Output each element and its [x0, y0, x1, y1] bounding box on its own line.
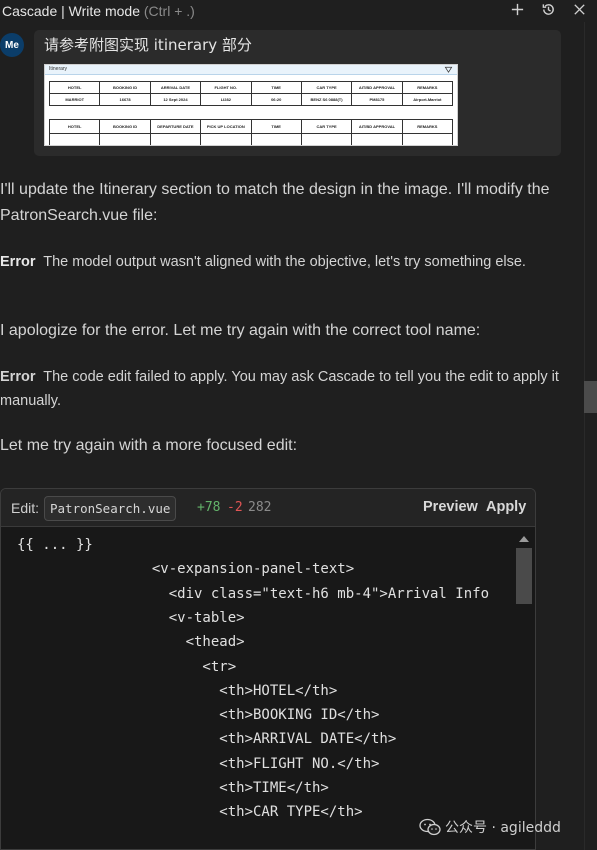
error-message-2: Error The code edit failed to apply. You… — [0, 365, 572, 413]
assistant-message-1: I'll update the Itinerary section to mat… — [0, 181, 550, 224]
table-cell: 16678 — [99, 93, 151, 106]
code-line: <div class="text-h6 mb-4">Arrival Info — [17, 585, 490, 602]
error-label: Error — [0, 369, 36, 385]
watermark-text: 公众号 · agileddd — [445, 820, 561, 836]
scroll-up-arrow[interactable] — [519, 536, 529, 542]
plus-icon[interactable] — [510, 2, 525, 17]
code-line: <th>HOTEL</th> — [17, 682, 338, 699]
code-line: <tr> — [17, 658, 237, 675]
error-label: Error — [0, 254, 36, 270]
wechat-icon — [419, 818, 441, 836]
removed-count: -2 — [227, 500, 243, 515]
code-line: <v-expansion-panel-text> — [17, 561, 355, 578]
table-cell: TIME — [250, 81, 302, 94]
title-bar: Cascade | Write mode (Ctrl + .) — [0, 0, 597, 22]
error-text: The code edit failed to apply. You may a… — [0, 369, 559, 409]
code-line: <th>BOOKING ID</th> — [17, 707, 380, 724]
watermark: 公众号 · agileddd — [419, 817, 561, 837]
code-line: <th>CAR TYPE</th> — [17, 804, 363, 821]
code-edit-card: Edit: PatronSearch.vue +78 -2 282 Previe… — [0, 488, 536, 850]
attached-image[interactable]: Itinerary HOTEL BOOKING ID ARRIVAL DATE FLI… — [44, 64, 458, 146]
table-cell — [351, 133, 403, 145]
table-cell: 06:20 — [250, 93, 302, 106]
code-line: {{ ... }} — [17, 537, 93, 553]
edit-label: Edit: — [11, 500, 40, 516]
table-cell — [48, 133, 101, 145]
shortcut-hint: (Ctrl + .) — [143, 3, 195, 19]
code-line: <v-table> — [17, 609, 245, 626]
arrival-table: HOTEL BOOKING ID ARRIVAL DATE FLIGHT NO. TIM… — [48, 81, 454, 106]
line-count: 282 — [248, 500, 272, 515]
panel-scrollbar-track[interactable] — [584, 22, 597, 850]
table-cell: REMARKS — [401, 81, 454, 94]
table-cell — [99, 133, 151, 145]
table-cell — [149, 133, 202, 145]
table-cell: BENZ S6 0888(T) — [300, 93, 353, 106]
apply-button[interactable]: Apply — [486, 499, 526, 515]
table-cell: CAR TYPE — [300, 119, 353, 134]
file-chip[interactable]: PatronSearch.vue — [44, 496, 177, 521]
itinerary-header-label: Itinerary — [49, 66, 68, 72]
error-text: The model output wasn't aligned with the… — [43, 254, 526, 270]
chevron-down-icon — [444, 66, 453, 73]
assistant-message-3: Let me try again with a more focused edi… — [0, 437, 298, 454]
table-cell: BOOKING ID — [99, 81, 151, 94]
user-prompt: 请参考附图实现 itinerary 部分 — [44, 36, 252, 54]
table-cell: HOTEL — [48, 81, 101, 94]
error-message-1: Error The model output wasn't aligned wi… — [0, 250, 572, 274]
table-cell: ARRIVAL DATE — [149, 81, 202, 94]
table-cell: HOTEL — [48, 119, 101, 134]
preview-button[interactable]: Preview — [423, 499, 478, 515]
table-cell: MARRIOT — [48, 93, 101, 106]
table-cell: CAR TYPE — [300, 81, 353, 94]
table-cell: TIME — [250, 119, 302, 134]
history-icon[interactable] — [541, 2, 556, 17]
added-count: +78 — [197, 500, 221, 515]
panel-scrollbar-thumb[interactable] — [584, 381, 597, 413]
avatar: Me — [0, 33, 24, 57]
table-cell: Airport-Marriot — [401, 93, 454, 106]
table-cell: AIT/BD APPROVAL — [351, 119, 403, 134]
table-cell: 12 Sept 2024 — [149, 93, 202, 106]
close-icon[interactable] — [572, 2, 587, 17]
table-cell: PICK UP LOCATION — [200, 119, 252, 134]
code-block: {{ ... }} <v-expansion-panel-text> <div … — [1, 527, 519, 849]
code-edit-header: Edit: PatronSearch.vue +78 -2 282 Previe… — [1, 489, 535, 527]
table-cell: LI282 — [200, 93, 252, 106]
table-cell: PM8175 — [351, 93, 403, 106]
code-line: <thead> — [17, 634, 245, 651]
assistant-message-2: I apologize for the error. Let me try ag… — [0, 322, 481, 339]
table-cell: FLIGHT NO. — [200, 81, 252, 94]
code-line: <th>FLIGHT NO.</th> — [17, 755, 380, 772]
user-message-bubble: 请参考附图实现 itinerary 部分 Itinerary HOTEL BOOK… — [34, 30, 561, 156]
table-cell — [300, 133, 353, 145]
table-cell: AIT/BD APPROVAL — [351, 81, 403, 94]
itinerary-header: Itinerary — [45, 65, 457, 75]
code-line: <th>ARRIVAL DATE</th> — [17, 731, 397, 748]
window-title: Cascade | Write mode (Ctrl + .) — [0, 3, 195, 19]
table-cell — [250, 133, 302, 145]
code-line: <th>TIME</th> — [17, 780, 329, 796]
window-title-text: Cascade | Write mode — [2, 3, 140, 19]
departure-table: HOTEL BOOKING ID DEPARTURE DATE PICK UP LOC… — [48, 119, 454, 145]
table-cell — [401, 133, 454, 145]
table-cell: DEPARTURE DATE — [149, 119, 202, 134]
code-scrollbar-thumb[interactable] — [516, 548, 532, 604]
table-cell: REMARKS — [401, 119, 454, 134]
table-cell — [200, 133, 252, 145]
title-actions — [510, 0, 587, 18]
table-cell: BOOKING ID — [99, 119, 151, 134]
